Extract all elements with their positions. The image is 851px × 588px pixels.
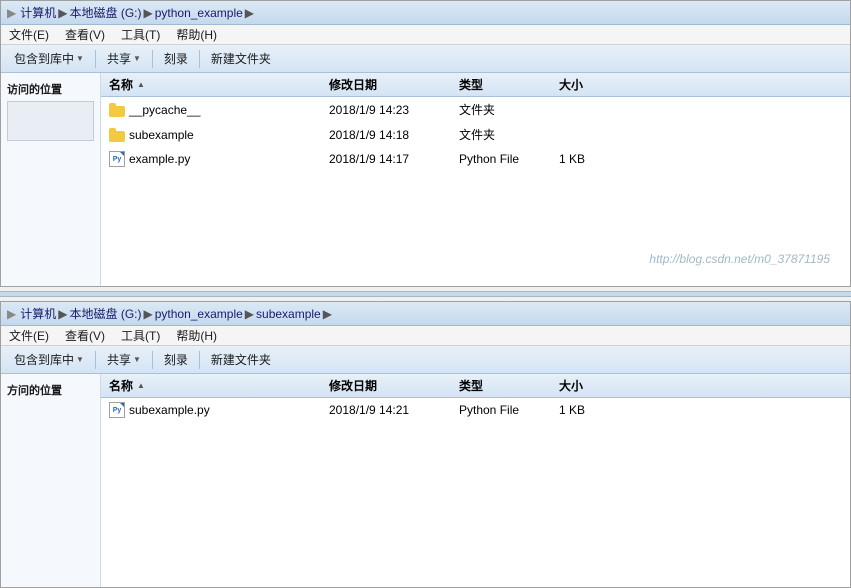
file-row-subexample-py[interactable]: Py subexample.py 2018/1/9 14:21 Python F… <box>101 398 850 422</box>
address-bar-1: ▶ 计算机 ▶ 本地磁盘 (G:) ▶ python_example ▶ <box>1 1 850 25</box>
menu-bar-1: 文件(E) 查看(V) 工具(T) 帮助(H) <box>1 25 850 45</box>
menu-help-1[interactable]: 帮助(H) <box>172 25 221 44</box>
address-part-folder-2[interactable]: python_example <box>155 307 243 321</box>
toolbar-sep-5 <box>152 351 153 369</box>
address-part-drive-2[interactable]: 本地磁盘 (G:) <box>69 305 141 322</box>
col-header-size-2[interactable]: 大小 <box>551 374 631 397</box>
toolbar-btn-burn-2[interactable]: 刻录 <box>157 349 195 371</box>
menu-file-2[interactable]: 文件(E) <box>5 326 53 345</box>
file-date-example-py: 2018/1/9 14:17 <box>321 149 451 169</box>
sort-arrow-1: ▲ <box>137 80 145 89</box>
python-icon-subexample-py: Py <box>109 402 125 418</box>
toolbar-sep-3 <box>199 50 200 68</box>
sidebar-2: 方问的位置 <box>1 374 101 587</box>
menu-file-1[interactable]: 文件(E) <box>5 25 53 44</box>
toolbar-btn-library-1[interactable]: 包含到库中 ▼ <box>7 48 91 70</box>
file-list-header-2: 名称 ▲ 修改日期 类型 大小 <box>101 374 850 398</box>
menu-tools-1[interactable]: 工具(T) <box>117 25 164 44</box>
sidebar-title-1: 访问的位置 <box>7 81 94 97</box>
file-date-subexample-py: 2018/1/9 14:21 <box>321 400 451 420</box>
share-dropdown-arrow-1: ▼ <box>133 54 141 63</box>
toolbar-btn-share-2[interactable]: 共享 ▼ <box>100 349 148 371</box>
folder-icon-pycache <box>109 103 125 117</box>
file-list-container-2: 名称 ▲ 修改日期 类型 大小 Py subexample.py 20 <box>101 374 850 587</box>
col-header-type-2[interactable]: 类型 <box>451 374 551 397</box>
col-header-name-2[interactable]: 名称 ▲ <box>101 374 321 397</box>
sidebar-title-2: 方问的位置 <box>7 382 94 398</box>
address-icon-1: ▶ <box>7 6 16 20</box>
address-part-folder-1[interactable]: python_example <box>155 6 243 20</box>
file-row-example-py[interactable]: Py example.py 2018/1/9 14:17 Python File… <box>101 147 850 171</box>
file-type-subexample: 文件夹 <box>451 123 551 146</box>
col-header-size-1[interactable]: 大小 <box>551 73 631 96</box>
explorer-window-1: ▶ 计算机 ▶ 本地磁盘 (G:) ▶ python_example ▶ 文件(… <box>0 0 851 287</box>
menu-bar-2: 文件(E) 查看(V) 工具(T) 帮助(H) <box>1 326 850 346</box>
explorer-window-2: ▶ 计算机 ▶ 本地磁盘 (G:) ▶ python_example ▶ sub… <box>0 301 851 588</box>
address-part-computer-1[interactable]: 计算机 <box>20 4 56 21</box>
main-container: ▶ 计算机 ▶ 本地磁盘 (G:) ▶ python_example ▶ 文件(… <box>0 0 851 588</box>
content-area-1: 访问的位置 名称 ▲ 修改日期 类型 大小 <box>1 73 850 286</box>
python-icon-example-py: Py <box>109 151 125 167</box>
file-row-subexample[interactable]: subexample 2018/1/9 14:18 文件夹 <box>101 122 850 147</box>
file-type-pycache: 文件夹 <box>451 98 551 121</box>
address-bar-2: ▶ 计算机 ▶ 本地磁盘 (G:) ▶ python_example ▶ sub… <box>1 302 850 326</box>
address-part-drive-1[interactable]: 本地磁盘 (G:) <box>69 4 141 21</box>
menu-tools-2[interactable]: 工具(T) <box>117 326 164 345</box>
toolbar-sep-2 <box>152 50 153 68</box>
toolbar-1: 包含到库中 ▼ 共享 ▼ 刻录 新建文件夹 <box>1 45 850 73</box>
col-header-date-1[interactable]: 修改日期 <box>321 73 451 96</box>
file-list-container-1: 名称 ▲ 修改日期 类型 大小 __pycache__ 2018/1/9 14:… <box>101 73 850 286</box>
content-area-2: 方问的位置 名称 ▲ 修改日期 类型 大小 Py <box>1 374 850 587</box>
file-name-example-py: Py example.py <box>101 148 321 170</box>
sidebar-section-1: 访问的位置 <box>7 81 94 141</box>
file-list-header-1: 名称 ▲ 修改日期 类型 大小 <box>101 73 850 97</box>
toolbar-2: 包含到库中 ▼ 共享 ▼ 刻录 新建文件夹 <box>1 346 850 374</box>
sidebar-placeholder-1 <box>7 101 94 141</box>
address-part-computer-2[interactable]: 计算机 <box>20 305 56 322</box>
file-size-pycache <box>551 107 631 113</box>
address-icon-2: ▶ <box>7 307 16 321</box>
sort-arrow-2: ▲ <box>137 381 145 390</box>
window-divider <box>0 291 851 297</box>
sidebar-1: 访问的位置 <box>1 73 101 286</box>
folder-icon-subexample <box>109 128 125 142</box>
sidebar-section-2: 方问的位置 <box>7 382 94 398</box>
toolbar-btn-newfolder-1[interactable]: 新建文件夹 <box>204 48 278 70</box>
col-header-name-1[interactable]: 名称 ▲ <box>101 73 321 96</box>
file-size-subexample <box>551 132 631 138</box>
file-name-pycache: __pycache__ <box>101 100 321 120</box>
share-dropdown-arrow-2: ▼ <box>133 355 141 364</box>
toolbar-btn-newfolder-2[interactable]: 新建文件夹 <box>204 349 278 371</box>
file-size-subexample-py: 1 KB <box>551 400 631 420</box>
file-type-subexample-py: Python File <box>451 400 551 420</box>
watermark-1: http://blog.csdn.net/m0_37871195 <box>649 252 830 266</box>
menu-view-1[interactable]: 查看(V) <box>61 25 109 44</box>
toolbar-btn-library-2[interactable]: 包含到库中 ▼ <box>7 349 91 371</box>
file-date-pycache: 2018/1/9 14:23 <box>321 100 451 120</box>
address-part-subfolder-2[interactable]: subexample <box>256 307 321 321</box>
toolbar-sep-4 <box>95 351 96 369</box>
toolbar-btn-share-1[interactable]: 共享 ▼ <box>100 48 148 70</box>
menu-view-2[interactable]: 查看(V) <box>61 326 109 345</box>
col-header-type-1[interactable]: 类型 <box>451 73 551 96</box>
library-dropdown-arrow-1: ▼ <box>76 54 84 63</box>
col-header-date-2[interactable]: 修改日期 <box>321 374 451 397</box>
file-type-example-py: Python File <box>451 149 551 169</box>
file-row-pycache[interactable]: __pycache__ 2018/1/9 14:23 文件夹 <box>101 97 850 122</box>
library-dropdown-arrow-2: ▼ <box>76 355 84 364</box>
file-name-subexample: subexample <box>101 125 321 145</box>
toolbar-sep-6 <box>199 351 200 369</box>
file-name-subexample-py: Py subexample.py <box>101 399 321 421</box>
toolbar-btn-burn-1[interactable]: 刻录 <box>157 48 195 70</box>
file-size-example-py: 1 KB <box>551 149 631 169</box>
toolbar-sep-1 <box>95 50 96 68</box>
menu-help-2[interactable]: 帮助(H) <box>172 326 221 345</box>
file-date-subexample: 2018/1/9 14:18 <box>321 125 451 145</box>
